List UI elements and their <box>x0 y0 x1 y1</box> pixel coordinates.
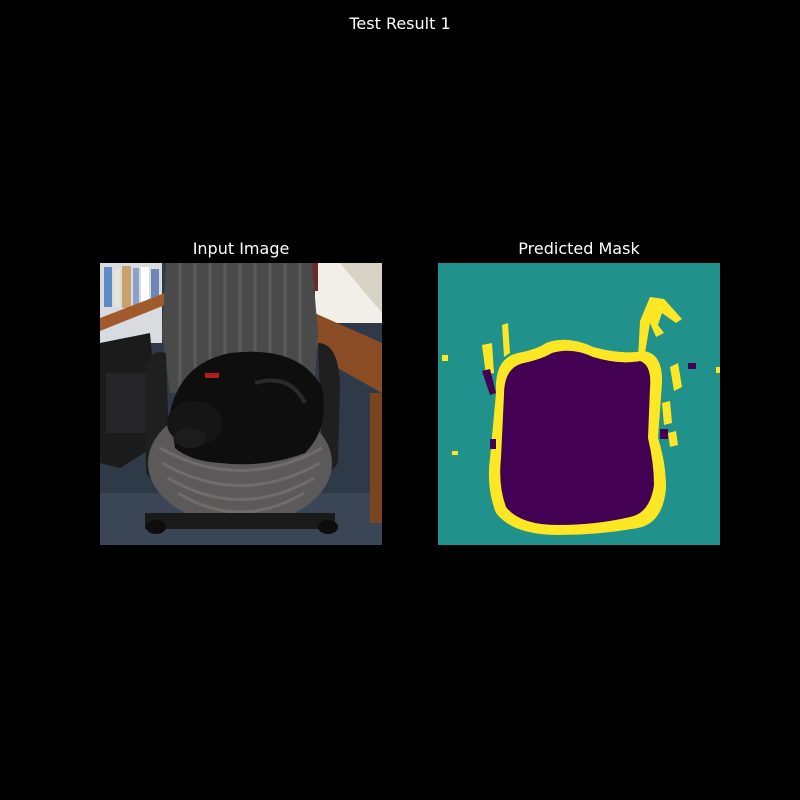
input-image-title: Input Image <box>192 239 290 258</box>
figure-title: Test Result 1 <box>349 14 451 33</box>
input-image <box>100 263 382 545</box>
predicted-mask-title: Predicted Mask <box>518 239 640 258</box>
predicted-mask <box>438 263 720 545</box>
